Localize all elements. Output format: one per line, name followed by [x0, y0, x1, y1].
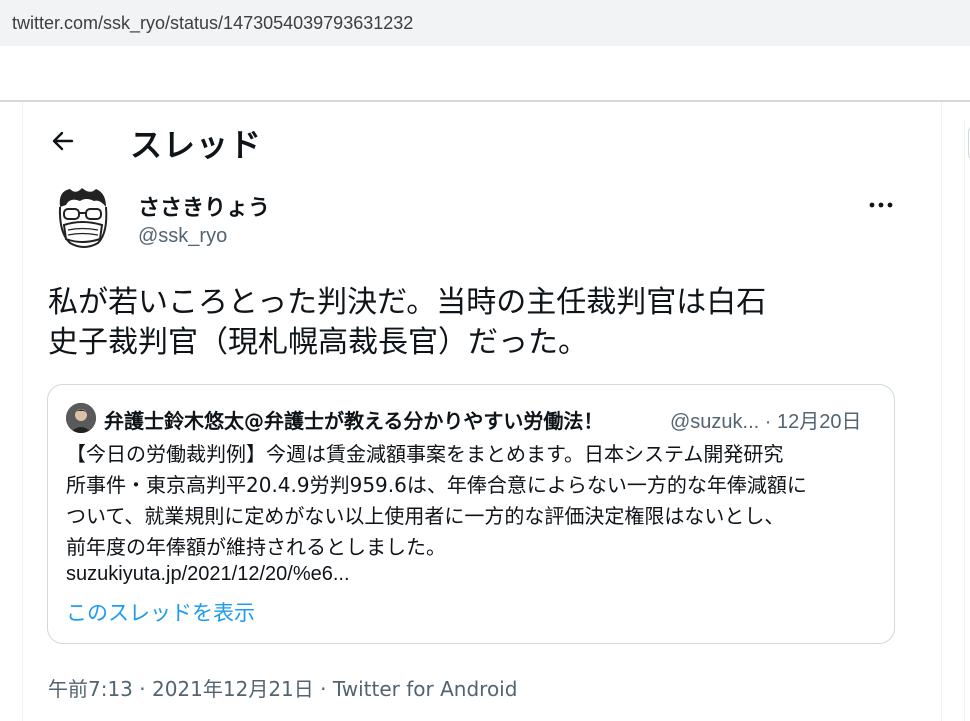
author-handle[interactable]: @ssk_ryo	[138, 225, 227, 248]
page-top-area	[0, 46, 970, 100]
tweet-source[interactable]: Twitter for Android	[333, 677, 518, 701]
show-thread-link[interactable]: このスレッドを表示	[66, 597, 255, 627]
quoted-tweet-text: 【今日の労働裁判例】今週は賃金減額事案をまとめます。日本システム開発研究 所事件…	[66, 442, 807, 559]
more-horizontal-icon[interactable]	[866, 192, 896, 218]
arrow-left-icon[interactable]	[50, 128, 76, 154]
meta-separator: ·	[313, 677, 333, 701]
url-text[interactable]: twitter.com/ssk_ryo/status/1473054039793…	[12, 13, 413, 34]
tweet-metadata: 午前7:13 · 2021年12月21日 · Twitter for Andro…	[48, 673, 517, 702]
browser-address-bar[interactable]: twitter.com/ssk_ryo/status/1473054039793…	[0, 0, 970, 46]
quoted-author-name: 弁護士鈴木悠太@弁護士が教える分かりやすい労働法！	[104, 409, 604, 433]
tweet-text: 私が若いころとった判決だ。当時の主任裁判官は白石 史子裁判官（現札幌高裁長官）だ…	[48, 285, 767, 360]
quoted-author-avatar	[66, 403, 96, 433]
quoted-tweet-link[interactable]: suzukiyuta.jp/2021/12/20/%e6...	[66, 563, 350, 586]
quoted-tweet-card[interactable]: 弁護士鈴木悠太@弁護士が教える分かりやすい労働法！ @suzuk... · 12…	[47, 384, 895, 644]
page-title: スレッド	[130, 126, 263, 164]
avatar[interactable]	[50, 185, 118, 253]
author-display-name[interactable]: ささきりょう	[138, 190, 270, 222]
right-sidebar-edge	[964, 120, 970, 721]
tweet-timestamp[interactable]: 午前7:13 · 2021年12月21日	[48, 677, 314, 701]
quoted-handle-time: @suzuk... · 12月20日	[670, 411, 862, 433]
